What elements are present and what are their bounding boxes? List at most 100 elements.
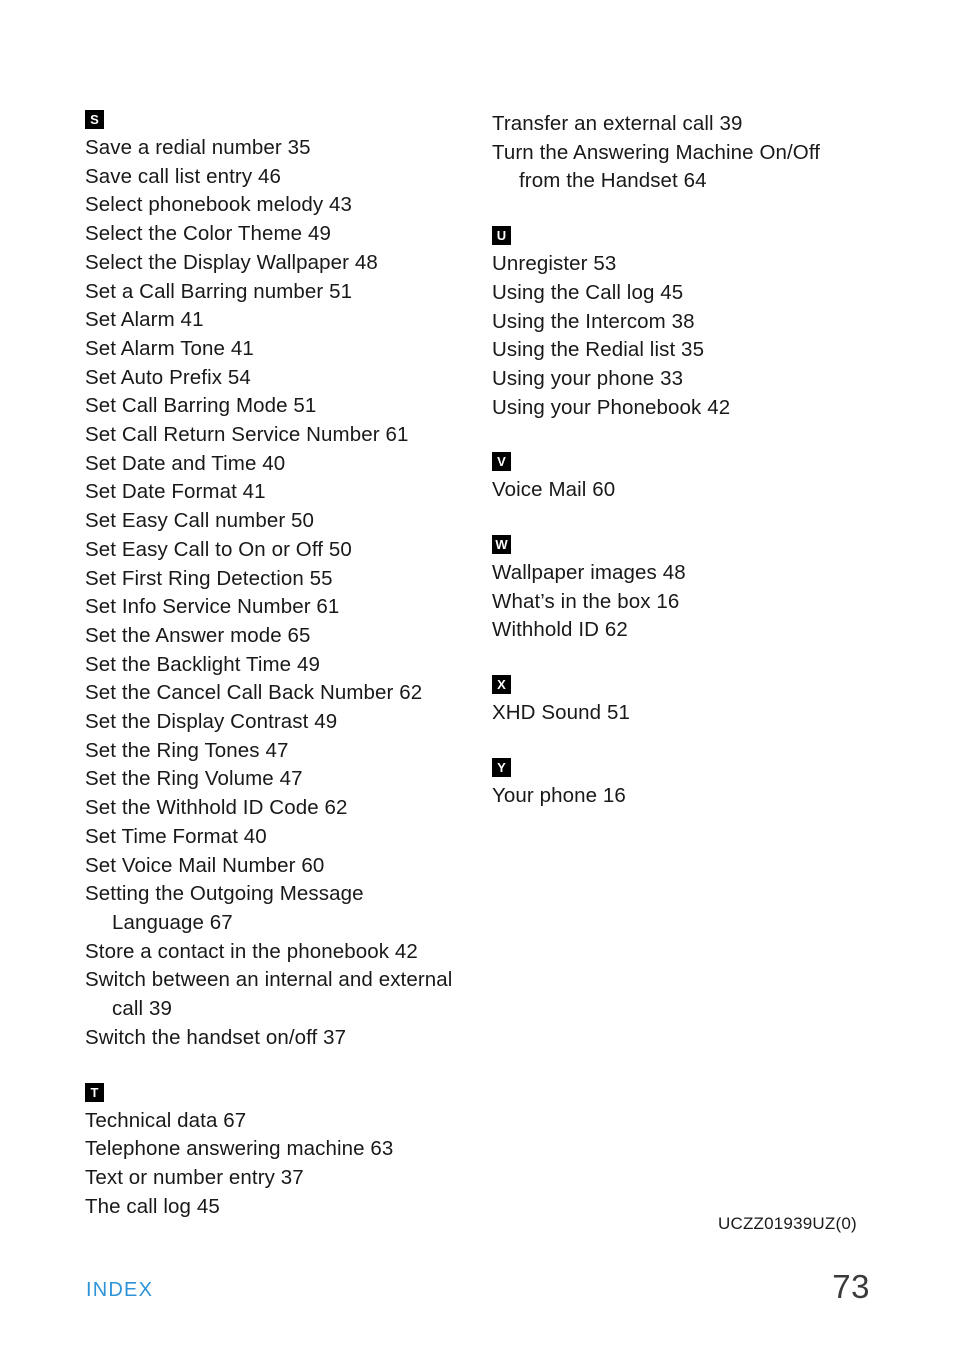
index-entry-text: Transfer an external call 39 bbox=[492, 112, 743, 135]
index-entry-text: Set the Backlight Time 49 bbox=[85, 652, 320, 676]
index-entry-text: Voice Mail 60 bbox=[492, 478, 616, 502]
index-section-w: W Wallpaper images 48 What’s in the box 16… bbox=[492, 535, 892, 645]
index-section-s: S Save a redial number 35 Save call list e… bbox=[85, 110, 485, 1053]
index-entry-text: Set the Withhold ID Code 62 bbox=[85, 796, 348, 820]
index-entry-text: Wallpaper images 48 bbox=[492, 561, 686, 585]
index-entry-text: Using your phone 33 bbox=[492, 366, 684, 390]
index-entry: Set Easy Call number 50 bbox=[85, 507, 485, 536]
index-entry-text: Save a redial number 35 bbox=[85, 136, 311, 159]
index-entry-text: Turn the Answering Machine On/Off bbox=[492, 140, 821, 164]
index-entry: Using your Phonebook 42 bbox=[492, 394, 892, 423]
index-entry-text: Your phone 16 bbox=[492, 783, 626, 807]
index-entry-text: Set a Call Barring number 51 bbox=[85, 279, 353, 303]
index-entry-text: Set First Ring Detection 55 bbox=[85, 566, 333, 590]
index-entry-text: Using the Redial list 35 bbox=[492, 338, 705, 362]
section-letter-badge: W bbox=[492, 535, 511, 555]
index-entry-continuation: call 39 bbox=[112, 997, 172, 1021]
index-entry-text: Set Alarm 41 bbox=[85, 308, 204, 332]
index-entry: Set the Answer mode 65 bbox=[85, 622, 485, 651]
index-entry-text: Set Time Format 40 bbox=[85, 824, 267, 848]
section-letter-badge: V bbox=[492, 452, 511, 472]
index-entry: XHD Sound 51 bbox=[492, 699, 892, 728]
index-entry-text: Using the Intercom 38 bbox=[492, 309, 695, 333]
index-entry-text: Set Info Service Number 61 bbox=[85, 595, 340, 619]
index-entry-text: Set the Answer mode 65 bbox=[85, 623, 311, 647]
index-section-v: V Voice Mail 60 bbox=[492, 452, 892, 505]
index-entry: Set Alarm Tone 41 bbox=[85, 335, 485, 364]
index-entry: Set the Backlight Time 49 bbox=[85, 651, 485, 680]
index-entry-text: Telephone answering machine 63 bbox=[85, 1137, 394, 1161]
index-entry: Technical data 67 bbox=[85, 1107, 485, 1136]
index-entry: Withhold ID 62 bbox=[492, 616, 892, 645]
index-entry: Store a contact in the phonebook 42 bbox=[85, 938, 485, 967]
index-entry: Set Easy Call to On or Off 50 bbox=[85, 536, 485, 565]
index-entry-text: Technical data 67 bbox=[85, 1108, 247, 1132]
index-entry: Switch between an internal and external c… bbox=[85, 966, 485, 1023]
document-code: UCZZ01939UZ(0) bbox=[718, 1214, 857, 1233]
index-entry-text: Set the Ring Volume 47 bbox=[85, 767, 303, 791]
index-entry: Set the Withhold ID Code 62 bbox=[85, 794, 485, 823]
index-entry: Text or number entry 37 bbox=[85, 1164, 485, 1193]
index-lead-block: Transfer an external call 39 Turn the Ans… bbox=[492, 110, 892, 196]
index-column-left: S Save a redial number 35 Save call list e… bbox=[85, 110, 485, 1221]
index-entry-text: Switch between an internal and external bbox=[85, 968, 453, 992]
index-entry-text: Text or number entry 37 bbox=[85, 1165, 304, 1189]
index-entry-text: Setting the Outgoing Message bbox=[85, 882, 364, 906]
index-entry-text: Set Date Format 41 bbox=[85, 480, 266, 504]
index-entry-text: Save call list entry 46 bbox=[85, 164, 281, 188]
index-entry: Using the Intercom 38 bbox=[492, 308, 892, 337]
section-letter-badge: Y bbox=[492, 757, 511, 777]
index-entry: Save call list entry 46 bbox=[85, 163, 485, 192]
index-entry-text: Set Date and Time 40 bbox=[85, 451, 286, 475]
section-letter-badge: S bbox=[85, 110, 104, 129]
index-entry: Voice Mail 60 bbox=[492, 476, 892, 505]
index-entry: Turn the Answering Machine On/Off from th… bbox=[492, 139, 892, 196]
index-entry: What’s in the box 16 bbox=[492, 588, 892, 617]
index-columns: S Save a redial number 35 Save call list e… bbox=[0, 0, 954, 1250]
index-section-x: X XHD Sound 51 bbox=[492, 675, 892, 728]
index-entry-text: Set the Ring Tones 47 bbox=[85, 738, 289, 762]
index-section-y: Y Your phone 16 bbox=[492, 757, 892, 811]
index-entry: Select phonebook melody 43 bbox=[85, 191, 485, 220]
footer-section-label: INDEX bbox=[86, 1279, 154, 1301]
index-entry-text: Set Easy Call to On or Off 50 bbox=[85, 537, 352, 561]
index-entry-text: Set Alarm Tone 41 bbox=[85, 336, 254, 360]
index-entry-continuation: from the Handset 64 bbox=[519, 169, 707, 193]
index-entry: Select the Color Theme 49 bbox=[85, 220, 485, 249]
index-section-t: T Technical data 67 Telephone answering ma… bbox=[85, 1082, 485, 1222]
index-column-right: Transfer an external call 39 Turn the Ans… bbox=[492, 110, 892, 811]
index-entry: Set Call Barring Mode 51 bbox=[85, 392, 485, 421]
index-entry: Set the Display Contrast 49 bbox=[85, 708, 485, 737]
index-entry-text: What’s in the box 16 bbox=[492, 589, 680, 613]
index-page: S Save a redial number 35 Save call list e… bbox=[0, 0, 954, 1348]
index-entry: Set Auto Prefix 54 bbox=[85, 364, 485, 393]
index-entry: Set Time Format 40 bbox=[85, 823, 485, 852]
index-entry-text: Select the Display Wallpaper 48 bbox=[85, 250, 378, 274]
index-entry-text: Set Call Barring Mode 51 bbox=[85, 394, 317, 418]
index-entry-text: The call log 45 bbox=[85, 1194, 220, 1218]
index-entry-text: XHD Sound 51 bbox=[492, 701, 630, 725]
index-entry-text: Withhold ID 62 bbox=[492, 618, 628, 642]
index-entry: Your phone 16 bbox=[492, 782, 892, 811]
index-entry: Setting the Outgoing Message Language 67 bbox=[85, 880, 485, 937]
index-entry-text: Select the Color Theme 49 bbox=[85, 222, 331, 246]
section-letter-badge: X bbox=[492, 675, 511, 695]
index-entry: Unregister 53 bbox=[492, 250, 892, 279]
index-entry: Using the Redial list 35 bbox=[492, 336, 892, 365]
index-entry-text: Set the Cancel Call Back Number 62 bbox=[85, 681, 423, 705]
index-entry: Set Date and Time 40 bbox=[85, 450, 485, 479]
index-entry-text: Switch the handset on/off 37 bbox=[85, 1025, 347, 1049]
index-entry-text: Store a contact in the phonebook 42 bbox=[85, 939, 418, 963]
index-entry: Set the Ring Tones 47 bbox=[85, 737, 485, 766]
index-entry-text: Set the Display Contrast 49 bbox=[85, 710, 338, 734]
index-entry-text: Set Auto Prefix 54 bbox=[85, 365, 251, 389]
index-entry-continuation: Language 67 bbox=[112, 910, 233, 934]
index-entry: Using the Call log 45 bbox=[492, 279, 892, 308]
index-entry: Set Call Return Service Number 61 bbox=[85, 421, 485, 450]
index-section-u: U Unregister 53 Using the Call log 45 Using… bbox=[492, 226, 892, 422]
index-entry: Set the Ring Volume 47 bbox=[85, 765, 485, 794]
index-entry: Set Info Service Number 61 bbox=[85, 593, 485, 622]
index-entry: Using your phone 33 bbox=[492, 365, 892, 394]
index-entry-text: Set Call Return Service Number 61 bbox=[85, 423, 409, 447]
index-entry: Set Date Format 41 bbox=[85, 478, 485, 507]
